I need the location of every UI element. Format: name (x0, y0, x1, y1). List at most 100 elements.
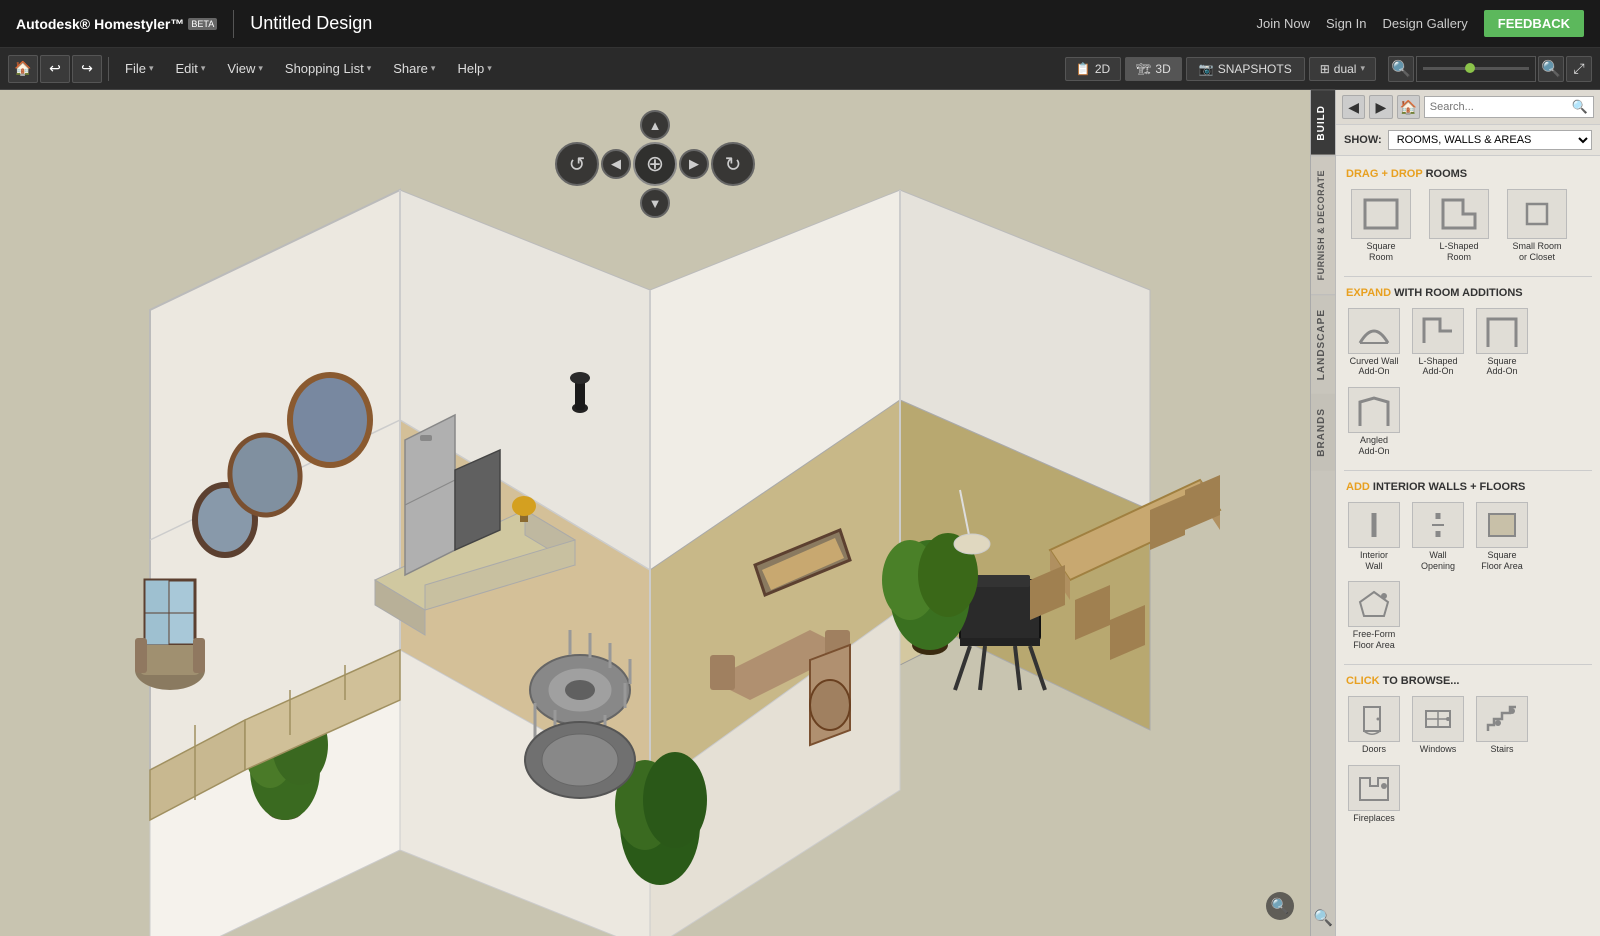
rotate-left-btn[interactable]: ↺ (555, 142, 599, 186)
help-menu[interactable]: Help▾ (447, 57, 501, 80)
curved-wall-label: Curved WallAdd-On (1350, 356, 1399, 378)
doors-label: Doors (1362, 744, 1386, 755)
logo: Autodesk® Homestyler™ BETA (16, 16, 217, 32)
divider-3 (1344, 664, 1592, 665)
walls-floors-grid: InteriorWall WallOpening Squ (1344, 496, 1592, 662)
panel-nav: ◀ ▶ 🏠 🔍 (1336, 90, 1600, 125)
edit-menu[interactable]: Edit▾ (165, 57, 215, 80)
square-floor-item[interactable]: SquareFloor Area (1472, 499, 1532, 575)
fullscreen-btn[interactable]: ⤢ (1566, 56, 1592, 82)
click-prefix: CLICK (1346, 675, 1380, 687)
interior-section-header: ADD INTERIOR WALLS + FLOORS (1344, 477, 1592, 496)
expand-section-header: EXPAND WITH ROOM ADDITIONS (1344, 283, 1592, 302)
l-shaped-room-label: L-ShapedRoom (1439, 241, 1478, 263)
3d-view-btn[interactable]: 🏗 3D (1125, 57, 1182, 81)
sign-in-link[interactable]: Sign In (1326, 16, 1366, 31)
camera-icon: 📷 (1199, 62, 1214, 76)
dual-icon: ⊞ (1320, 62, 1330, 76)
wall-opening-item[interactable]: WallOpening (1408, 499, 1468, 575)
title-divider (233, 10, 234, 38)
viewport-search-btn[interactable]: 🔍 (1266, 892, 1294, 920)
panel-back-btn[interactable]: ◀ (1342, 95, 1365, 119)
browse-grid: Doors Windows Stairs (1344, 690, 1592, 835)
redo-btn[interactable]: ↪ (72, 55, 102, 83)
panel-search-icon[interactable]: 🔍 (1313, 900, 1333, 936)
right-panel-area: BUILD FURNISH & DECORATE LANDSCAPE BRAND… (1310, 90, 1600, 936)
additions-grid: Curved WallAdd-On L-ShapedAdd-On (1344, 302, 1592, 468)
fireplaces-label: Fireplaces (1353, 813, 1395, 824)
zoom-out-btn[interactable]: 🔍 (1388, 56, 1414, 82)
undo-btn[interactable]: ↩ (40, 55, 70, 83)
show-select[interactable]: ROOMS, WALLS & AREAS ALL WALLS ONLY ROOM… (1388, 130, 1592, 150)
pan-up-btn[interactable]: ▲ (640, 110, 670, 140)
interior-wall-item[interactable]: InteriorWall (1344, 499, 1404, 575)
small-room-item[interactable]: Small Roomor Closet (1500, 186, 1574, 266)
rotate-right-btn[interactable]: ↻ (711, 142, 755, 186)
2d-view-btn[interactable]: 📋 2D (1065, 57, 1121, 81)
angled-addon-item[interactable]: AngledAdd-On (1344, 384, 1404, 460)
doors-item[interactable]: Doors (1344, 693, 1404, 758)
windows-item[interactable]: Windows (1408, 693, 1468, 758)
view-menu[interactable]: View▾ (217, 57, 272, 80)
panel-search-submit-icon[interactable]: 🔍 (1572, 99, 1588, 115)
freeform-floor-item[interactable]: Free-FormFloor Area (1344, 578, 1404, 654)
square-room-label: SquareRoom (1366, 241, 1395, 263)
build-tab[interactable]: BUILD (1311, 90, 1335, 155)
show-label: SHOW: (1344, 134, 1382, 146)
pan-down-btn[interactable]: ▼ (640, 188, 670, 218)
landscape-tab[interactable]: LANDSCAPE (1311, 294, 1335, 394)
pan-center-btn[interactable]: ⊕ (633, 142, 677, 186)
zoom-in-btn[interactable]: 🔍 (1538, 56, 1564, 82)
divider-1 (1344, 276, 1592, 277)
view-controls: 📋 2D 🏗 3D 📷 SNAPSHOTS ⊞ dual ▾ 🔍 🔍 ⤢ (1065, 56, 1592, 82)
square-addon-item[interactable]: SquareAdd-On (1472, 305, 1532, 381)
divider-2 (1344, 470, 1592, 471)
furnish-tab[interactable]: FURNISH & DECORATE (1311, 155, 1335, 294)
zoom-slider[interactable] (1416, 56, 1536, 82)
l-shaped-addon-item[interactable]: L-ShapedAdd-On (1408, 305, 1468, 381)
design-gallery-link[interactable]: Design Gallery (1383, 16, 1468, 31)
drag-suffix: ROOMS (1426, 168, 1468, 180)
pan-left-btn[interactable]: ◀ (601, 149, 631, 179)
brands-tab[interactable]: BRANDS (1311, 394, 1335, 471)
fireplaces-item[interactable]: Fireplaces (1344, 762, 1404, 827)
file-menu[interactable]: File▾ (115, 57, 163, 80)
panel-forward-btn[interactable]: ▶ (1369, 95, 1392, 119)
join-now-link[interactable]: Join Now (1257, 16, 1310, 31)
interior-wall-label: InteriorWall (1360, 550, 1388, 572)
zoom-thumb[interactable] (1465, 63, 1475, 73)
panel-search-input[interactable] (1430, 101, 1572, 113)
show-row: SHOW: ROOMS, WALLS & AREAS ALL WALLS ONL… (1336, 125, 1600, 156)
room-scene: ↺ ▲ ◀ ⊕ ▶ ▼ ↻ 🔍 (0, 90, 1310, 936)
expand-prefix: EXPAND (1346, 287, 1391, 299)
stairs-item[interactable]: Stairs (1472, 693, 1532, 758)
zoom-track (1423, 67, 1529, 70)
curved-wall-item[interactable]: Curved WallAdd-On (1344, 305, 1404, 381)
feedback-button[interactable]: FEEDBACK (1484, 10, 1584, 37)
windows-label: Windows (1420, 744, 1457, 755)
add-suffix: INTERIOR WALLS + FLOORS (1373, 481, 1525, 493)
menu-separator-1 (108, 57, 109, 81)
homestyler-logo: Homestyler™ (94, 16, 184, 32)
square-room-item[interactable]: SquareRoom (1344, 186, 1418, 266)
pan-right-btn[interactable]: ▶ (679, 149, 709, 179)
3d-viewport[interactable]: ↺ ▲ ◀ ⊕ ▶ ▼ ↻ 🔍 (0, 90, 1310, 936)
panel-search-box[interactable]: 🔍 (1424, 96, 1594, 118)
panel-home-btn[interactable]: 🏠 (1397, 95, 1420, 119)
main-content: ↺ ▲ ◀ ⊕ ▶ ▼ ↻ 🔍 (0, 90, 1600, 936)
2d-icon: 📋 (1076, 62, 1091, 76)
3d-icon: 🏗 (1136, 62, 1151, 76)
snapshots-btn[interactable]: 📷 SNAPSHOTS (1186, 57, 1305, 81)
shopping-list-menu[interactable]: Shopping List▾ (275, 57, 381, 80)
l-shaped-room-item[interactable]: L-ShapedRoom (1422, 186, 1496, 266)
home-icon-btn[interactable]: 🏠 (8, 55, 38, 83)
dual-view-btn[interactable]: ⊞ dual ▾ (1309, 57, 1376, 81)
l-shaped-addon-label: L-ShapedAdd-On (1418, 356, 1457, 378)
browse-section-header: CLICK TO BROWSE... (1344, 671, 1592, 690)
drag-prefix: DRAG + DROP (1346, 168, 1423, 180)
share-menu[interactable]: Share▾ (383, 57, 445, 80)
freeform-floor-label: Free-FormFloor Area (1353, 629, 1396, 651)
click-suffix: TO BROWSE... (1383, 675, 1460, 687)
stairs-label: Stairs (1490, 744, 1513, 755)
menu-bar: 🏠 ↩ ↪ File▾ Edit▾ View▾ Shopping List▾ S… (0, 48, 1600, 90)
